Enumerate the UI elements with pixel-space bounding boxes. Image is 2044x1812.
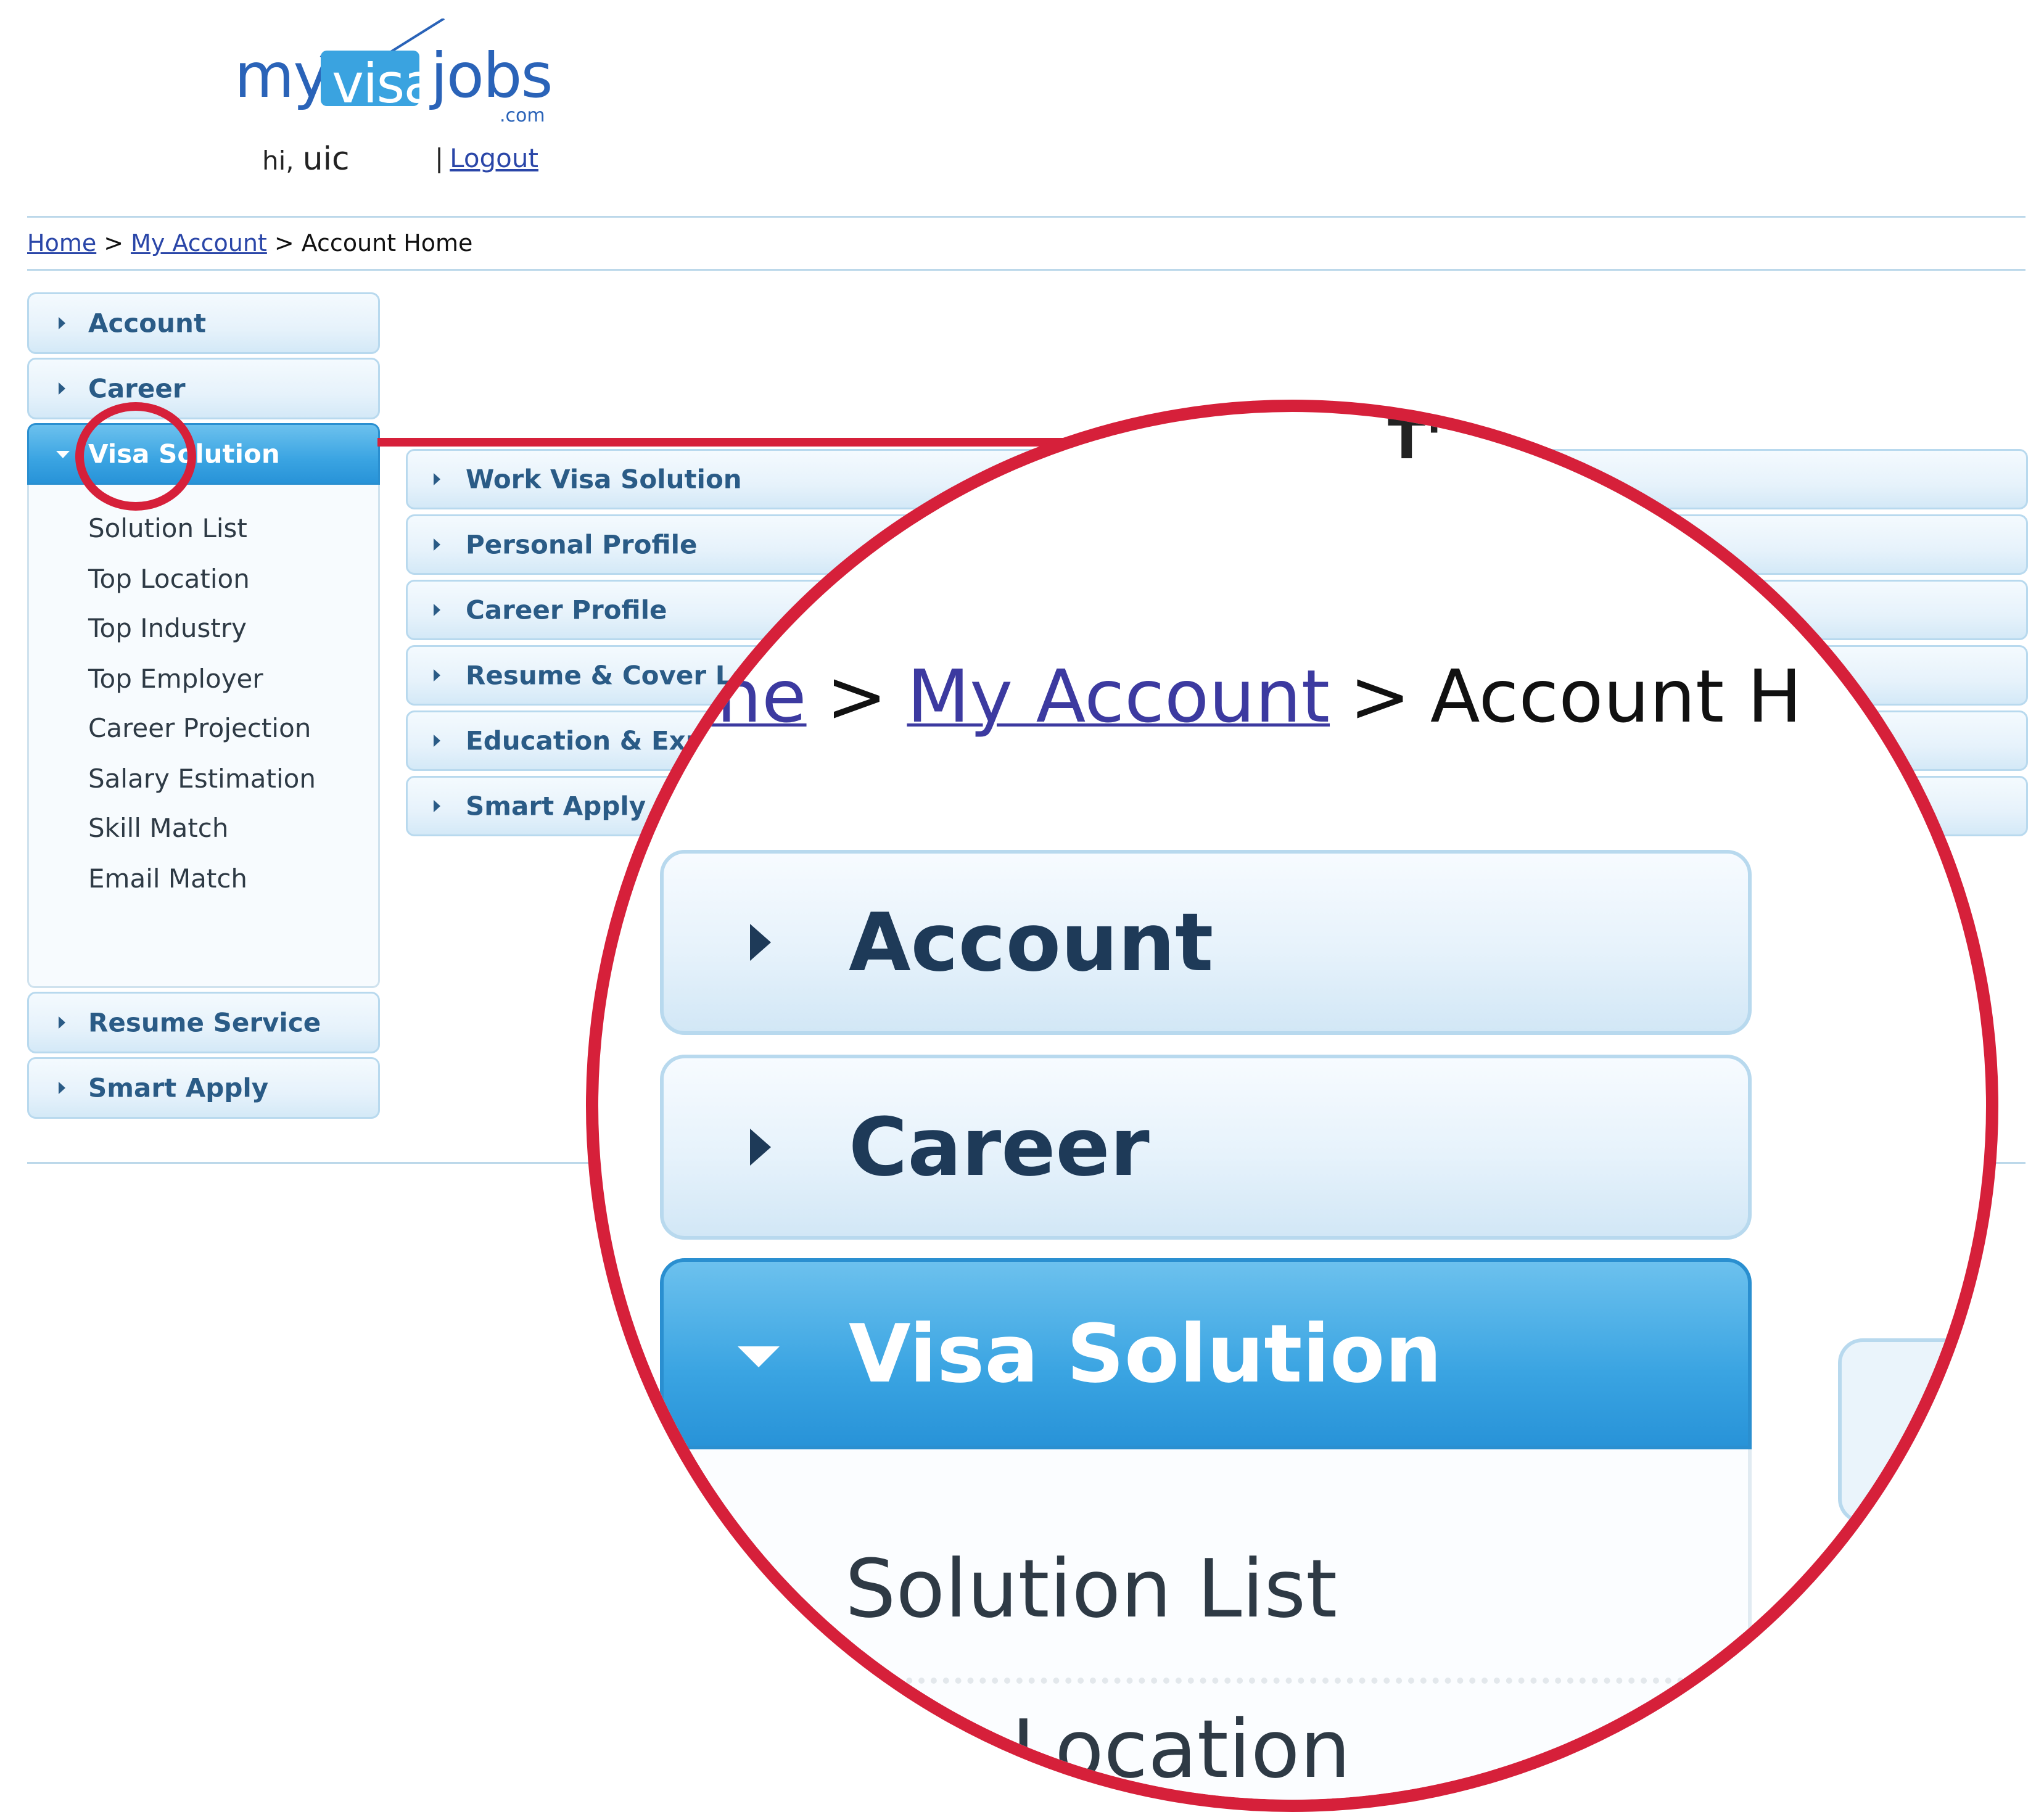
zoom-breadcrumb: me > My Account > Account H	[691, 654, 1802, 739]
logout-link[interactable]: Logout	[450, 143, 538, 173]
submenu-solution-list[interactable]: Solution List	[88, 513, 247, 543]
myvisajobs-logo[interactable]: my visa jobs .com	[234, 19, 555, 126]
logo-visa-box: visa	[321, 51, 437, 115]
visa-solution-submenu: Solution List Top Location Top Industry …	[27, 485, 380, 988]
zoom-top-fragment: T'	[1388, 407, 1443, 472]
caret-right-icon	[434, 538, 440, 551]
caret-right-icon	[434, 735, 440, 747]
submenu-skill-match[interactable]: Skill Match	[88, 813, 229, 843]
submenu-top-employer[interactable]: Top Employer	[88, 664, 263, 694]
callout-highlight-circle	[75, 402, 196, 511]
caret-right-icon	[434, 473, 440, 485]
caret-right-icon	[59, 382, 65, 395]
breadcrumb: Home > My Account > Account Home	[27, 229, 472, 257]
logo-my: my	[234, 39, 330, 112]
sidebar-item-label: Smart Apply	[88, 1073, 269, 1103]
submenu-email-match[interactable]: Email Match	[88, 863, 247, 894]
zoom-right-button-fragment	[1838, 1338, 1986, 1523]
zoom-content: T' me > My Account > Account H Account Caree…	[598, 407, 1986, 1800]
breadcrumb-home[interactable]: Home	[27, 229, 96, 257]
sidebar-item-resume-service[interactable]: Resume Service	[27, 992, 380, 1053]
logo-jobs: jobs	[431, 39, 553, 112]
greeting-text: hi,	[262, 146, 294, 176]
divider-top	[27, 216, 2025, 218]
zoom-item-visa-solution: Visa Solution	[660, 1258, 1752, 1449]
breadcrumb-sep: >	[104, 229, 124, 257]
user-greeting: hi, uic	[262, 141, 350, 178]
logo-visa: visa	[332, 52, 437, 115]
caret-right-icon	[434, 669, 440, 682]
zoom-item-account: Account	[660, 850, 1752, 1035]
submenu-salary-estimation[interactable]: Salary Estimation	[88, 764, 316, 794]
caret-right-icon	[59, 1016, 65, 1029]
zoom-submenu-location: Location	[1012, 1702, 1351, 1796]
zoom-crumb-account: My Account	[907, 654, 1330, 739]
zoom-item-label: Career	[849, 1100, 1150, 1194]
caret-right-icon	[750, 1129, 771, 1166]
caret-right-icon	[59, 317, 65, 329]
sidebar-item-label: Account	[88, 308, 207, 339]
zoom-item-label: Account	[849, 896, 1214, 989]
breadcrumb-current: Account Home	[301, 229, 473, 257]
zoom-dotted-divider	[845, 1678, 1708, 1684]
caret-down-icon	[738, 1346, 780, 1367]
submenu-top-industry[interactable]: Top Industry	[88, 613, 247, 643]
breadcrumb-sep: >	[274, 229, 294, 257]
breadcrumb-my-account[interactable]: My Account	[131, 229, 267, 257]
divider-crumb	[27, 269, 2025, 271]
zoom-crumb-sep: >	[826, 654, 888, 739]
zoom-crumb-home: me	[691, 654, 807, 739]
logo-com: .com	[500, 105, 545, 126]
zoom-item-career: Career	[660, 1055, 1752, 1240]
submenu-career-projection[interactable]: Career Projection	[88, 713, 311, 743]
caret-right-icon	[434, 800, 440, 812]
caret-right-icon	[750, 924, 771, 961]
username: uic	[302, 141, 350, 178]
submenu-top-location[interactable]: Top Location	[88, 564, 250, 594]
zoom-magnifier: T' me > My Account > Account H Account Caree…	[586, 400, 1998, 1812]
caret-right-icon	[434, 604, 440, 616]
caret-right-icon	[59, 1082, 65, 1094]
separator: |	[435, 143, 444, 173]
sidebar-item-career[interactable]: Career	[27, 358, 380, 419]
logout-area: | Logout	[435, 143, 538, 173]
sidebar-item-account[interactable]: Account	[27, 292, 380, 354]
sidebar-item-smart-apply[interactable]: Smart Apply	[27, 1057, 380, 1119]
sidebar-item-label: Career	[88, 373, 186, 404]
caret-down-icon	[56, 451, 70, 458]
zoom-crumb-sep: >	[1350, 654, 1411, 739]
zoom-crumb-current: Account H	[1430, 654, 1802, 739]
zoom-item-label: Visa Solution	[849, 1307, 1442, 1401]
sidebar-item-label: Resume Service	[88, 1007, 321, 1038]
zoom-submenu-solution-list: Solution List	[845, 1542, 1338, 1636]
